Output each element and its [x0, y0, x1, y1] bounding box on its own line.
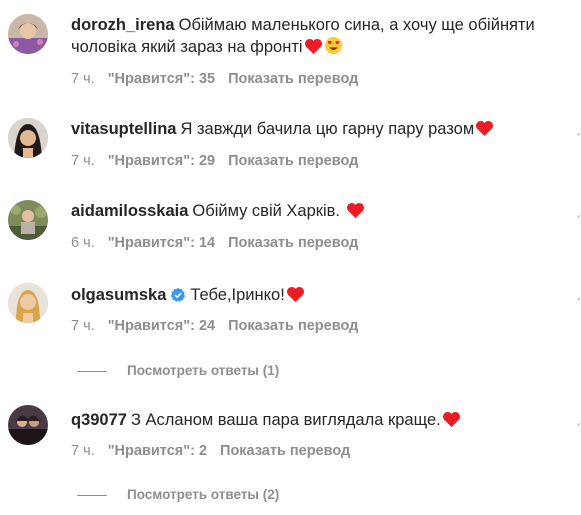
more-options-icon[interactable]: · — [571, 289, 581, 307]
comment-text: З Асланом ваша пара виглядала краще. — [130, 411, 441, 429]
view-replies-label: Посмотреть ответы (2) — [127, 487, 280, 502]
comment-body: vitasuptellina Я завжди бачила цю гарну п… — [71, 118, 563, 143]
avatar[interactable] — [8, 14, 48, 54]
show-translation-link[interactable]: Показать перевод — [220, 443, 350, 459]
heart-eyes-emoji-icon — [324, 36, 343, 61]
comment-time[interactable]: 7 ч. — [71, 71, 95, 87]
comment-body: aidamilosskaia Обійму свій Харків. — [71, 200, 563, 225]
avatar[interactable] — [8, 200, 48, 240]
comment-time[interactable]: 7 ч. — [71, 153, 95, 169]
comment-username[interactable]: dorozh_irena — [71, 16, 175, 34]
comment-meta: 7 ч. "Нравится": 24 Показать перевод — [71, 317, 371, 335]
more-options-icon[interactable]: · — [571, 206, 581, 224]
replies-divider — [77, 370, 107, 372]
comment-body: q39077 З Асланом ваша пара виглядала кращ… — [71, 409, 563, 434]
avatar[interactable] — [8, 283, 48, 323]
comment-username[interactable]: olgasumska — [71, 286, 166, 304]
avatar[interactable] — [8, 405, 48, 445]
show-translation-link[interactable]: Показать перевод — [228, 153, 358, 169]
show-translation-link[interactable]: Показать перевод — [228, 71, 358, 87]
show-translation-link[interactable]: Показать перевод — [228, 235, 358, 251]
comment-body: olgasumska Тебе,Іринко! — [71, 284, 563, 309]
comment-username[interactable]: aidamilosskaia — [71, 202, 188, 220]
comment-username[interactable]: vitasuptellina — [71, 120, 176, 138]
red-heart-emoji-icon — [286, 286, 305, 309]
comment-meta: 7 ч. "Нравится": 29 Показать перевод — [71, 152, 371, 170]
comment-text: Тебе,Іринко! — [190, 286, 285, 304]
view-replies-button[interactable]: Посмотреть ответы (1) — [77, 362, 279, 380]
avatar[interactable] — [8, 118, 48, 158]
comment-likes[interactable]: "Нравится": 24 — [108, 318, 215, 334]
view-replies-label: Посмотреть ответы (1) — [127, 363, 280, 378]
show-translation-link[interactable]: Показать перевод — [228, 318, 358, 334]
view-replies-button[interactable]: Посмотреть ответы (2) — [77, 486, 279, 504]
red-heart-emoji-icon — [304, 38, 323, 61]
comment-text: Я завжди бачила цю гарну пару разом — [180, 120, 475, 138]
replies-divider — [77, 494, 107, 496]
comment-time[interactable]: 7 ч. — [71, 443, 95, 459]
comment-likes[interactable]: "Нравится": 29 — [108, 153, 215, 169]
comment-body: dorozh_irena Обіймаю маленького сина, а х… — [71, 14, 563, 61]
more-options-icon[interactable]: · — [571, 124, 581, 142]
comment-likes[interactable]: "Нравится": 14 — [108, 235, 215, 251]
comment-time[interactable]: 6 ч. — [71, 235, 95, 251]
comment-meta: 7 ч. "Нравится": 2 Показать перевод — [71, 442, 363, 460]
comment-meta: 7 ч. "Нравится": 35 Показать перевод — [71, 70, 371, 88]
comment-likes[interactable]: "Нравится": 35 — [108, 71, 215, 87]
comment-username[interactable]: q39077 — [71, 411, 127, 429]
verified-badge-icon — [170, 287, 186, 309]
red-heart-emoji-icon — [442, 411, 461, 434]
comment-meta: 6 ч. "Нравится": 14 Показать перевод — [71, 234, 371, 252]
comment-time[interactable]: 7 ч. — [71, 318, 95, 334]
more-options-icon[interactable]: · — [571, 414, 581, 432]
red-heart-emoji-icon — [475, 120, 494, 143]
red-heart-emoji-icon — [346, 202, 365, 225]
comment-text: Обійму свій Харків. — [192, 202, 341, 220]
comment-likes[interactable]: "Нравится": 2 — [108, 443, 207, 459]
